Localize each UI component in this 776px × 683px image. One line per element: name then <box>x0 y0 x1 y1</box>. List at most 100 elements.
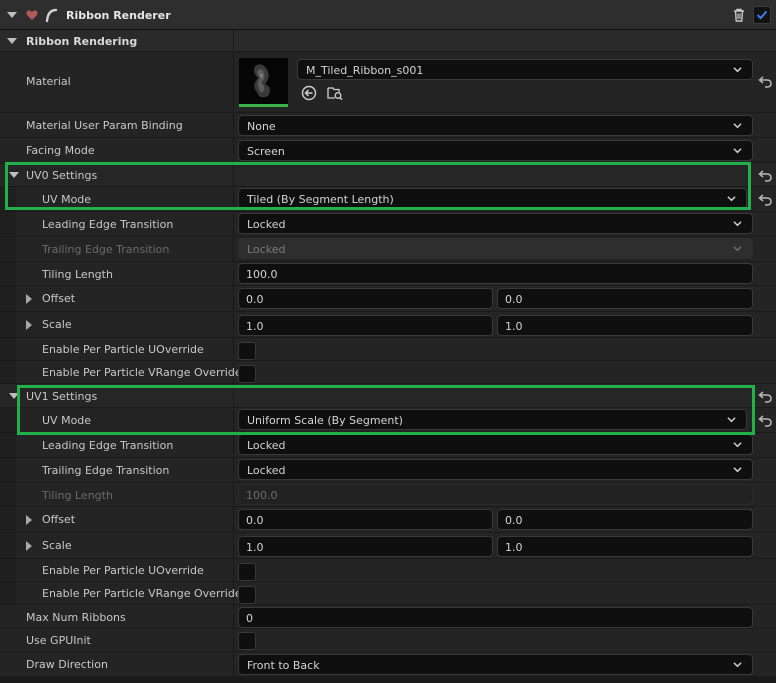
uv1-offset-y-value: 0.0 <box>505 514 523 527</box>
category-label: Ribbon Rendering <box>26 35 138 48</box>
max-num-ribbons-value: 0 <box>246 612 253 625</box>
uv1-trailing-edge-value: Locked <box>247 464 286 477</box>
chevron-down-icon <box>733 467 742 473</box>
expand-arrow-icon[interactable] <box>26 320 32 330</box>
ribbon-curve-icon <box>45 8 58 23</box>
uv1-leading-edge-dropdown[interactable]: Locked <box>238 434 753 455</box>
expand-arrow-icon[interactable] <box>26 515 32 525</box>
enabled-checkbox[interactable] <box>753 6 771 24</box>
chevron-down-icon <box>733 67 742 73</box>
uv1-scale-y-value: 1.0 <box>505 541 523 554</box>
uv1-v-override-checkbox[interactable] <box>238 586 256 604</box>
use-gpu-init-checkbox[interactable] <box>238 632 256 650</box>
uv0-scale-y-input[interactable]: 1.0 <box>497 315 753 336</box>
renderer-title: Ribbon Renderer <box>66 9 171 22</box>
material-value: M_Tiled_Ribbon_s001 <box>306 64 424 77</box>
uv1-tiling-length-value: 100.0 <box>246 489 278 502</box>
uv0-scale-x-input[interactable]: 1.0 <box>238 315 493 336</box>
draw-direction-label: Draw Direction <box>26 658 108 671</box>
uv1-uv-mode-dropdown[interactable]: Uniform Scale (By Segment) <box>238 409 747 430</box>
material-thumbnail[interactable] <box>239 58 288 107</box>
reset-to-default-icon[interactable] <box>758 170 772 182</box>
reset-to-default-icon[interactable] <box>758 391 772 403</box>
uv1-offset-x-input[interactable]: 0.0 <box>238 509 493 530</box>
uv0-tiling-length-input[interactable]: 100.0 <box>238 263 753 284</box>
material-dropdown[interactable]: M_Tiled_Ribbon_s001 <box>297 59 753 80</box>
uv0-offset-x-value: 0.0 <box>246 293 264 306</box>
expand-arrow-icon[interactable] <box>9 393 19 399</box>
trash-icon[interactable] <box>731 7 747 23</box>
draw-direction-dropdown[interactable]: Front to Back <box>238 654 753 675</box>
browse-folder-search-icon[interactable] <box>327 85 343 101</box>
expand-arrow-icon[interactable] <box>26 294 32 304</box>
uv0-settings-label: UV0 Settings <box>26 169 98 182</box>
group-uv1-settings[interactable]: UV1 Settings <box>0 384 776 408</box>
uv0-v-override-label: Enable Per Particle VRange Override <box>42 366 242 379</box>
uv1-scale-x-value: 1.0 <box>246 541 264 554</box>
uv0-uv-mode-label: UV Mode <box>42 193 92 206</box>
uv0-trailing-edge-value: Locked <box>247 243 286 256</box>
uv0-leading-edge-label: Leading Edge Transition <box>42 218 174 231</box>
max-num-ribbons-input[interactable]: 0 <box>238 607 753 628</box>
uv0-offset-x-input[interactable]: 0.0 <box>238 288 493 309</box>
uv1-scale-x-input[interactable]: 1.0 <box>238 536 493 557</box>
chevron-down-icon <box>727 196 736 202</box>
property-row-use-gpu-init: Use GPUInit <box>0 629 776 652</box>
uv0-uv-mode-dropdown[interactable]: Tiled (By Segment Length) <box>238 188 747 209</box>
chevron-down-icon <box>733 662 742 668</box>
facing-mode-value: Screen <box>247 145 285 158</box>
uv1-v-override-label: Enable Per Particle VRange Override <box>42 587 242 600</box>
uv1-leading-edge-value: Locked <box>247 439 286 452</box>
category-ribbon-rendering[interactable]: Ribbon Rendering <box>0 30 776 52</box>
uv0-leading-edge-value: Locked <box>247 218 286 231</box>
uv0-tiling-length-value: 100.0 <box>246 268 278 281</box>
uv1-leading-edge-label: Leading Edge Transition <box>42 439 174 452</box>
chevron-down-icon <box>733 148 742 154</box>
chevron-down-icon <box>733 221 742 227</box>
uv0-u-override-label: Enable Per Particle UOverride <box>42 343 204 356</box>
material-user-param-binding-label: Material User Param Binding <box>26 119 183 132</box>
uv1-offset-label: Offset <box>42 513 76 526</box>
heart-shield-icon <box>26 10 38 20</box>
uv0-leading-edge-dropdown[interactable]: Locked <box>238 213 753 234</box>
uv0-u-override-checkbox[interactable] <box>238 342 256 360</box>
uv0-scale-y-value: 1.0 <box>505 320 523 333</box>
uv1-uv-mode-label: UV Mode <box>42 414 92 427</box>
reset-to-default-icon[interactable] <box>758 76 772 88</box>
material-preview-image <box>239 58 288 104</box>
use-selected-arrow-icon[interactable] <box>301 85 317 101</box>
property-row-uv1-v-override: Enable Per Particle VRange Override <box>0 582 776 605</box>
uv1-trailing-edge-dropdown[interactable]: Locked <box>238 459 753 480</box>
expand-arrow-icon[interactable] <box>9 172 19 178</box>
facing-mode-dropdown[interactable]: Screen <box>238 140 753 161</box>
uv0-trailing-edge-dropdown: Locked <box>238 238 753 259</box>
reset-to-default-icon[interactable] <box>758 194 772 206</box>
uv1-offset-y-input[interactable]: 0.0 <box>497 509 753 530</box>
uv0-v-override-checkbox[interactable] <box>238 365 256 383</box>
checkmark-icon <box>756 10 768 20</box>
chevron-down-icon <box>733 246 742 252</box>
uv1-offset-x-value: 0.0 <box>246 514 264 527</box>
renderer-header: Ribbon Renderer <box>0 0 776 30</box>
uv0-tiling-length-label: Tiling Length <box>42 268 113 281</box>
chevron-down-icon <box>733 123 742 129</box>
uv1-scale-label: Scale <box>42 539 72 552</box>
uv1-u-override-label: Enable Per Particle UOverride <box>42 564 204 577</box>
uv1-u-override-checkbox[interactable] <box>238 563 256 581</box>
uv0-offset-label: Offset <box>42 292 76 305</box>
uv0-offset-y-input[interactable]: 0.0 <box>497 288 753 309</box>
draw-direction-value: Front to Back <box>247 659 320 672</box>
material-user-param-binding-dropdown[interactable]: None <box>238 115 753 136</box>
group-uv0-settings[interactable]: UV0 Settings <box>0 163 776 187</box>
uv1-trailing-edge-label: Trailing Edge Transition <box>42 464 170 477</box>
uv1-scale-y-input[interactable]: 1.0 <box>497 536 753 557</box>
category-collapse-icon[interactable] <box>7 38 17 44</box>
expand-arrow-icon[interactable] <box>26 541 32 551</box>
uv1-settings-label: UV1 Settings <box>26 390 98 403</box>
property-row-uv1-u-override: Enable Per Particle UOverride <box>0 559 776 582</box>
collapse-arrow-icon[interactable] <box>7 12 17 18</box>
uv0-offset-y-value: 0.0 <box>505 293 523 306</box>
uv0-uv-mode-value: Tiled (By Segment Length) <box>247 193 394 206</box>
max-num-ribbons-label: Max Num Ribbons <box>26 611 126 624</box>
reset-to-default-icon[interactable] <box>758 415 772 427</box>
